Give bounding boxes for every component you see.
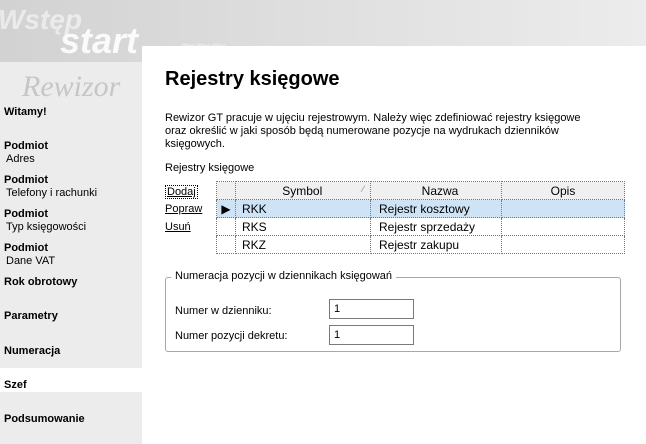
cell-symbol[interactable]: RKZ — [235, 235, 371, 254]
entry-number-label: Numer pozycji dekretu: — [175, 330, 288, 342]
sidebar-subitem-adres[interactable]: Adres — [6, 153, 35, 165]
column-header-nazwa[interactable]: Nazwa — [370, 181, 502, 200]
table-header-row: Symbol ⁄ Nazwa Opis — [216, 181, 625, 200]
table-row[interactable]: RKZ Rejestr zakupu — [216, 235, 625, 254]
sidebar-item-podmiot-telefony[interactable]: Podmiot — [4, 174, 48, 186]
sidebar-item-podsumowanie[interactable]: Podsumowanie — [4, 413, 85, 425]
header-banner: Wstęp start ~~~ — [0, 0, 646, 62]
sidebar-subitem-typ[interactable]: Typ księgowości — [6, 221, 86, 233]
sort-icon: ⁄ — [362, 183, 364, 194]
journal-number-input[interactable] — [329, 299, 414, 319]
sidebar-item-rok-obrotowy[interactable]: Rok obrotowy — [4, 276, 77, 288]
sidebar-item-podmiot-typ[interactable]: Podmiot — [4, 208, 48, 220]
numbering-groupbox-legend: Numeracja pozycji w dziennikach księgowa… — [171, 270, 397, 282]
cell-desc[interactable] — [501, 199, 625, 218]
add-register-link[interactable]: Dodaj — [165, 185, 198, 199]
sidebar-subitem-vat[interactable]: Dane VAT — [6, 255, 55, 267]
page-description: Rewizor GT pracuje w ujęciu rejestrowym.… — [165, 112, 581, 150]
row-indicator-header — [216, 181, 236, 200]
column-header-symbol-label: Symbol — [282, 183, 323, 198]
edit-register-link[interactable]: Popraw — [165, 203, 202, 215]
sidebar-item-witamy[interactable]: Witamy! — [4, 106, 47, 118]
sidebar-item-szef[interactable]: Szef — [4, 379, 27, 391]
sidebar: Witamy! Podmiot Adres Podmiot Telefony i… — [0, 62, 142, 444]
triangle-right-icon: ▶ — [216, 199, 236, 218]
sidebar-item-podmiot-adres[interactable]: Podmiot — [4, 140, 48, 152]
cell-name[interactable]: Rejestr kosztowy — [370, 199, 502, 218]
cell-symbol[interactable]: RKK — [235, 199, 371, 218]
journal-number-label: Numer w dzienniku: — [175, 305, 272, 317]
registers-table: Symbol ⁄ Nazwa Opis ▶ RKK Rejestr kosztow… — [216, 181, 625, 254]
main-content: Rejestry księgowe Rewizor GT pracuje w u… — [142, 62, 646, 444]
row-indicator — [216, 235, 236, 254]
banner-word-2: start — [60, 20, 139, 61]
column-header-opis[interactable]: Opis — [501, 181, 625, 200]
rewizor-logo: Rewizor — [22, 70, 121, 103]
sidebar-item-podmiot-vat[interactable]: Podmiot — [4, 242, 48, 254]
sidebar-item-parametry[interactable]: Parametry — [4, 310, 58, 322]
row-indicator — [216, 217, 236, 236]
sidebar-item-numeracja[interactable]: Numeracja — [4, 345, 60, 357]
delete-register-link[interactable]: Usuń — [165, 221, 191, 233]
sidebar-subitem-telefony[interactable]: Telefony i rachunki — [6, 187, 97, 199]
cell-symbol[interactable]: RKS — [235, 217, 371, 236]
cell-desc[interactable] — [501, 217, 625, 236]
column-header-symbol[interactable]: Symbol ⁄ — [235, 181, 371, 200]
page-title: Rejestry księgowe — [165, 68, 340, 90]
cell-desc[interactable] — [501, 235, 625, 254]
banner-bottom — [142, 46, 646, 62]
cell-name[interactable]: Rejestr zakupu — [370, 235, 502, 254]
cell-name[interactable]: Rejestr sprzedaży — [370, 217, 502, 236]
registers-section-label: Rejestry księgowe — [165, 162, 255, 174]
table-row[interactable]: RKS Rejestr sprzedaży — [216, 217, 625, 236]
table-row[interactable]: ▶ RKK Rejestr kosztowy — [216, 199, 625, 218]
entry-number-input[interactable] — [329, 325, 414, 345]
